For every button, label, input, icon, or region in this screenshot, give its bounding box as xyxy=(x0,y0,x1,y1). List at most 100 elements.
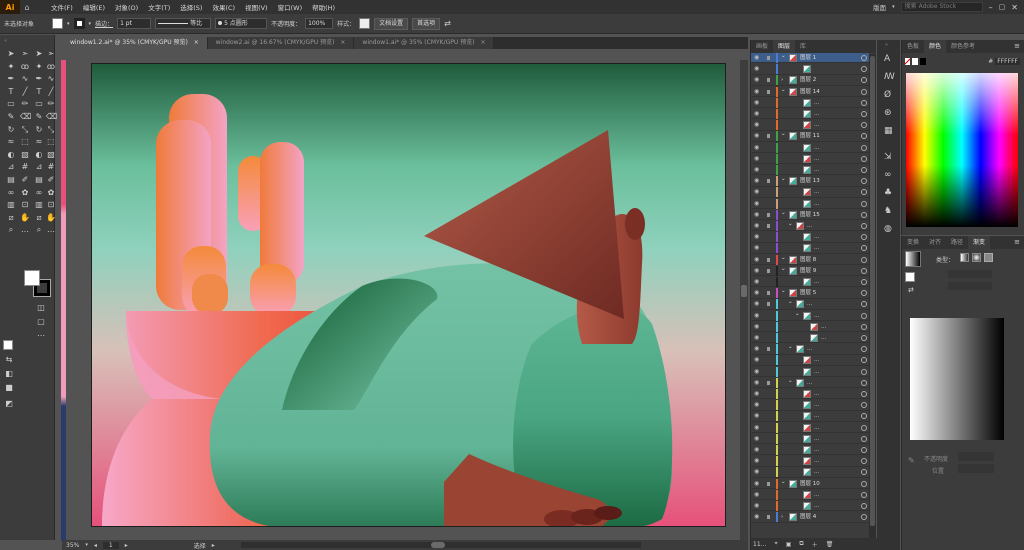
free-transform-alt-icon[interactable]: ⬚ xyxy=(46,137,56,147)
shaper-alt-icon[interactable]: ✎ xyxy=(34,112,44,122)
trash-icon[interactable]: 🗑 xyxy=(826,541,834,548)
eraser-icon[interactable]: ⌫ xyxy=(20,112,31,122)
visibility-eye-icon[interactable]: ◉ xyxy=(754,344,759,354)
target-circle-icon[interactable] xyxy=(861,357,867,364)
visibility-eye-icon[interactable]: ◉ xyxy=(754,311,759,321)
visibility-eye-icon[interactable]: ◉ xyxy=(754,411,759,421)
target-circle-icon[interactable] xyxy=(861,503,867,509)
gradient-tool-icon[interactable]: ▤ xyxy=(6,175,16,185)
stroke-weight-field[interactable]: 1 pt xyxy=(117,18,152,29)
layer-name[interactable]: ... xyxy=(814,232,819,242)
sublayer-row[interactable]: ◉... xyxy=(751,422,869,433)
selection-tool-icon[interactable]: ➤ xyxy=(6,49,16,59)
gradient-tool-alt-icon[interactable]: ▤ xyxy=(34,175,44,185)
stop-position-field[interactable] xyxy=(958,464,994,473)
prev-artboard-icon[interactable]: ◂ xyxy=(94,542,97,549)
none-swatch[interactable] xyxy=(905,58,910,65)
sublayer-row[interactable]: ◉... xyxy=(751,467,869,478)
style-swatch[interactable] xyxy=(359,18,371,29)
expand-chevron-icon[interactable]: ⌄ xyxy=(781,129,786,139)
sublayer-row[interactable]: ◉ ⌄... xyxy=(751,377,869,389)
scale-alt-icon[interactable]: ⤡ xyxy=(46,125,56,135)
edit-toolbar-alt-icon[interactable]: … xyxy=(46,225,56,235)
rectangle-tool-icon[interactable]: ▭ xyxy=(6,99,16,109)
visibility-eye-icon[interactable]: ◉ xyxy=(754,299,759,309)
gradient-panel-tab[interactable]: 路径 xyxy=(946,236,968,249)
column-graph-alt-icon[interactable]: ▥ xyxy=(34,200,44,210)
sublayer-row[interactable]: ◉... xyxy=(751,120,869,131)
sublayer-row[interactable]: ◉ ⌄... xyxy=(751,310,869,321)
opacity-field[interactable]: 100% xyxy=(305,18,334,29)
layer-row[interactable]: ◉ ⌄ 图层 15 xyxy=(751,209,869,221)
expand-chevron-icon[interactable]: ⌄ xyxy=(788,297,793,307)
visibility-eye-icon[interactable]: ◉ xyxy=(754,75,759,85)
layer-name[interactable]: ... xyxy=(814,367,819,377)
layer-name[interactable]: 图层 8 xyxy=(800,255,816,265)
rectangle-tool-alt-icon[interactable]: ▭ xyxy=(34,99,44,109)
gradient-panel-tab[interactable]: 对齐 xyxy=(924,236,946,249)
gradient-preview-swatch[interactable] xyxy=(905,251,921,267)
draw-mode-icon[interactable]: ◫ xyxy=(36,303,46,313)
layer-name[interactable]: ... xyxy=(814,120,819,130)
layer-name[interactable]: ... xyxy=(807,344,812,354)
preferences-button[interactable]: 首选项 xyxy=(412,17,441,30)
sublayer-row[interactable]: ◉... xyxy=(751,489,869,501)
workspace-switcher[interactable]: 版面 xyxy=(873,2,886,12)
layers-panel-tab[interactable]: 库 xyxy=(795,40,811,53)
lock-icon[interactable] xyxy=(767,212,770,217)
clip-mask-icon[interactable]: ▣ xyxy=(786,541,792,548)
screen-mode-icon[interactable]: ▢ xyxy=(36,317,46,327)
visibility-eye-icon[interactable]: ◉ xyxy=(754,479,759,489)
lock-icon[interactable] xyxy=(767,380,770,385)
menu-item[interactable]: 效果(C) xyxy=(207,2,240,12)
layer-name[interactable]: ... xyxy=(814,165,819,175)
document-tab[interactable]: window2.ai @ 16.67% (CMYK/GPU 预览) × xyxy=(207,37,355,49)
layer-name[interactable]: 图层 9 xyxy=(800,266,816,276)
layers-scrollbar[interactable] xyxy=(869,54,876,538)
target-circle-icon[interactable] xyxy=(861,189,867,196)
slice-alt-icon[interactable]: ⧄ xyxy=(34,213,44,223)
sublayer-row[interactable]: ◉... xyxy=(751,355,869,366)
lock-icon[interactable] xyxy=(767,179,770,184)
layer-name[interactable]: ... xyxy=(814,143,819,153)
brush-panel-icon[interactable]: ꟿ xyxy=(884,72,895,82)
shape-builder-alt-icon[interactable]: ◐ xyxy=(34,150,44,160)
brush-dropdown[interactable]: 5 点圆形 xyxy=(215,18,268,29)
visibility-eye-icon[interactable]: ◉ xyxy=(754,255,759,265)
sublayer-row[interactable]: ◉... xyxy=(751,333,869,344)
stroke-profile-dropdown[interactable]: 等比 xyxy=(155,18,212,29)
lock-icon[interactable] xyxy=(767,347,770,352)
sublayer-row[interactable]: ◉... xyxy=(751,277,869,288)
scroll-thumb[interactable] xyxy=(741,285,747,297)
collapse-icon[interactable]: » xyxy=(885,42,888,48)
visibility-eye-icon[interactable]: ◉ xyxy=(754,490,759,500)
panel-menu-icon[interactable]: ≡ xyxy=(1014,238,1020,246)
layer-row[interactable]: ◉ ⌄ 图层 14 xyxy=(751,86,869,97)
visibility-eye-icon[interactable]: ◉ xyxy=(754,288,759,298)
lock-icon[interactable] xyxy=(767,78,770,83)
layer-name[interactable]: 图层 15 xyxy=(800,210,820,220)
live-paint-icon[interactable]: ▧ xyxy=(20,150,30,160)
target-circle-icon[interactable] xyxy=(861,301,867,308)
target-circle-icon[interactable] xyxy=(861,379,867,386)
close-icon[interactable]: ✕ xyxy=(1011,3,1018,12)
menu-item[interactable]: 文字(T) xyxy=(143,2,175,12)
visibility-eye-icon[interactable]: ◉ xyxy=(754,143,759,153)
minimize-icon[interactable]: – xyxy=(989,3,993,12)
hand-tool-alt-icon[interactable]: ✋ xyxy=(46,213,56,223)
artboard-tool-icon[interactable]: ⊡ xyxy=(20,200,30,210)
edit-toolbar-icon[interactable]: … xyxy=(20,225,30,235)
visibility-eye-icon[interactable]: ◉ xyxy=(754,501,759,511)
layer-name[interactable]: 图层 5 xyxy=(800,288,816,298)
target-circle-icon[interactable] xyxy=(861,88,867,95)
sublayer-row[interactable]: ◉... xyxy=(751,153,869,165)
lasso-icon[interactable]: ꝏ xyxy=(20,62,30,72)
stock-search-input[interactable]: 搜索 Adobe Stock xyxy=(900,2,983,12)
sublayer-row[interactable]: ◉... xyxy=(751,165,869,176)
target-circle-icon[interactable] xyxy=(861,234,867,241)
sublayer-row[interactable]: ◉... xyxy=(751,389,869,400)
scroll-thumb[interactable] xyxy=(870,56,875,526)
sublayer-row[interactable]: ◉... xyxy=(751,445,869,456)
chevron-down-icon[interactable]: ▾ xyxy=(89,21,92,27)
type-tool-icon[interactable]: T xyxy=(6,87,16,97)
